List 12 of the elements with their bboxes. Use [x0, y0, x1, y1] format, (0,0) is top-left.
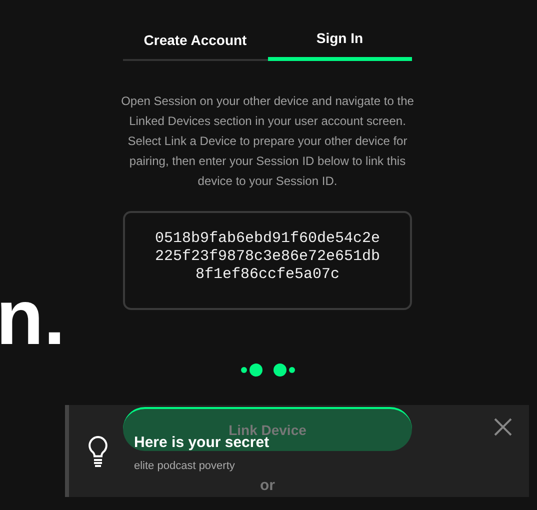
session-id-field[interactable]: 0518b9fab6ebd91f60de54c2e225f23f9878c3e86e72e651db8f1ef86ccfe5a07c [123, 211, 412, 310]
toast-message: elite podcast poverty [134, 459, 235, 474]
loading-dots-icon [240, 362, 296, 378]
close-icon[interactable] [494, 418, 512, 436]
instructions-text: Open Session on your other device and navigate to the Linked Devices section in your user account screen. Select Link a Device to prepare your other device for pairing, then enter your Session ID below to link this device to your Session ID. [120, 93, 415, 190]
tab[interactable]: Sign In [268, 24, 412, 61]
heading-text: n. [0, 278, 66, 356]
toast-title: Here is your secret [134, 434, 270, 453]
tab[interactable]: Create Account [123, 24, 268, 61]
session-id-text: 0518b9fab6ebd91f60de54c2e225f23f9878c3e86e72e651db8f1ef86ccfe5a07c [154, 230, 382, 284]
lightbulb-icon [88, 436, 108, 467]
divider-text: or [260, 476, 275, 496]
